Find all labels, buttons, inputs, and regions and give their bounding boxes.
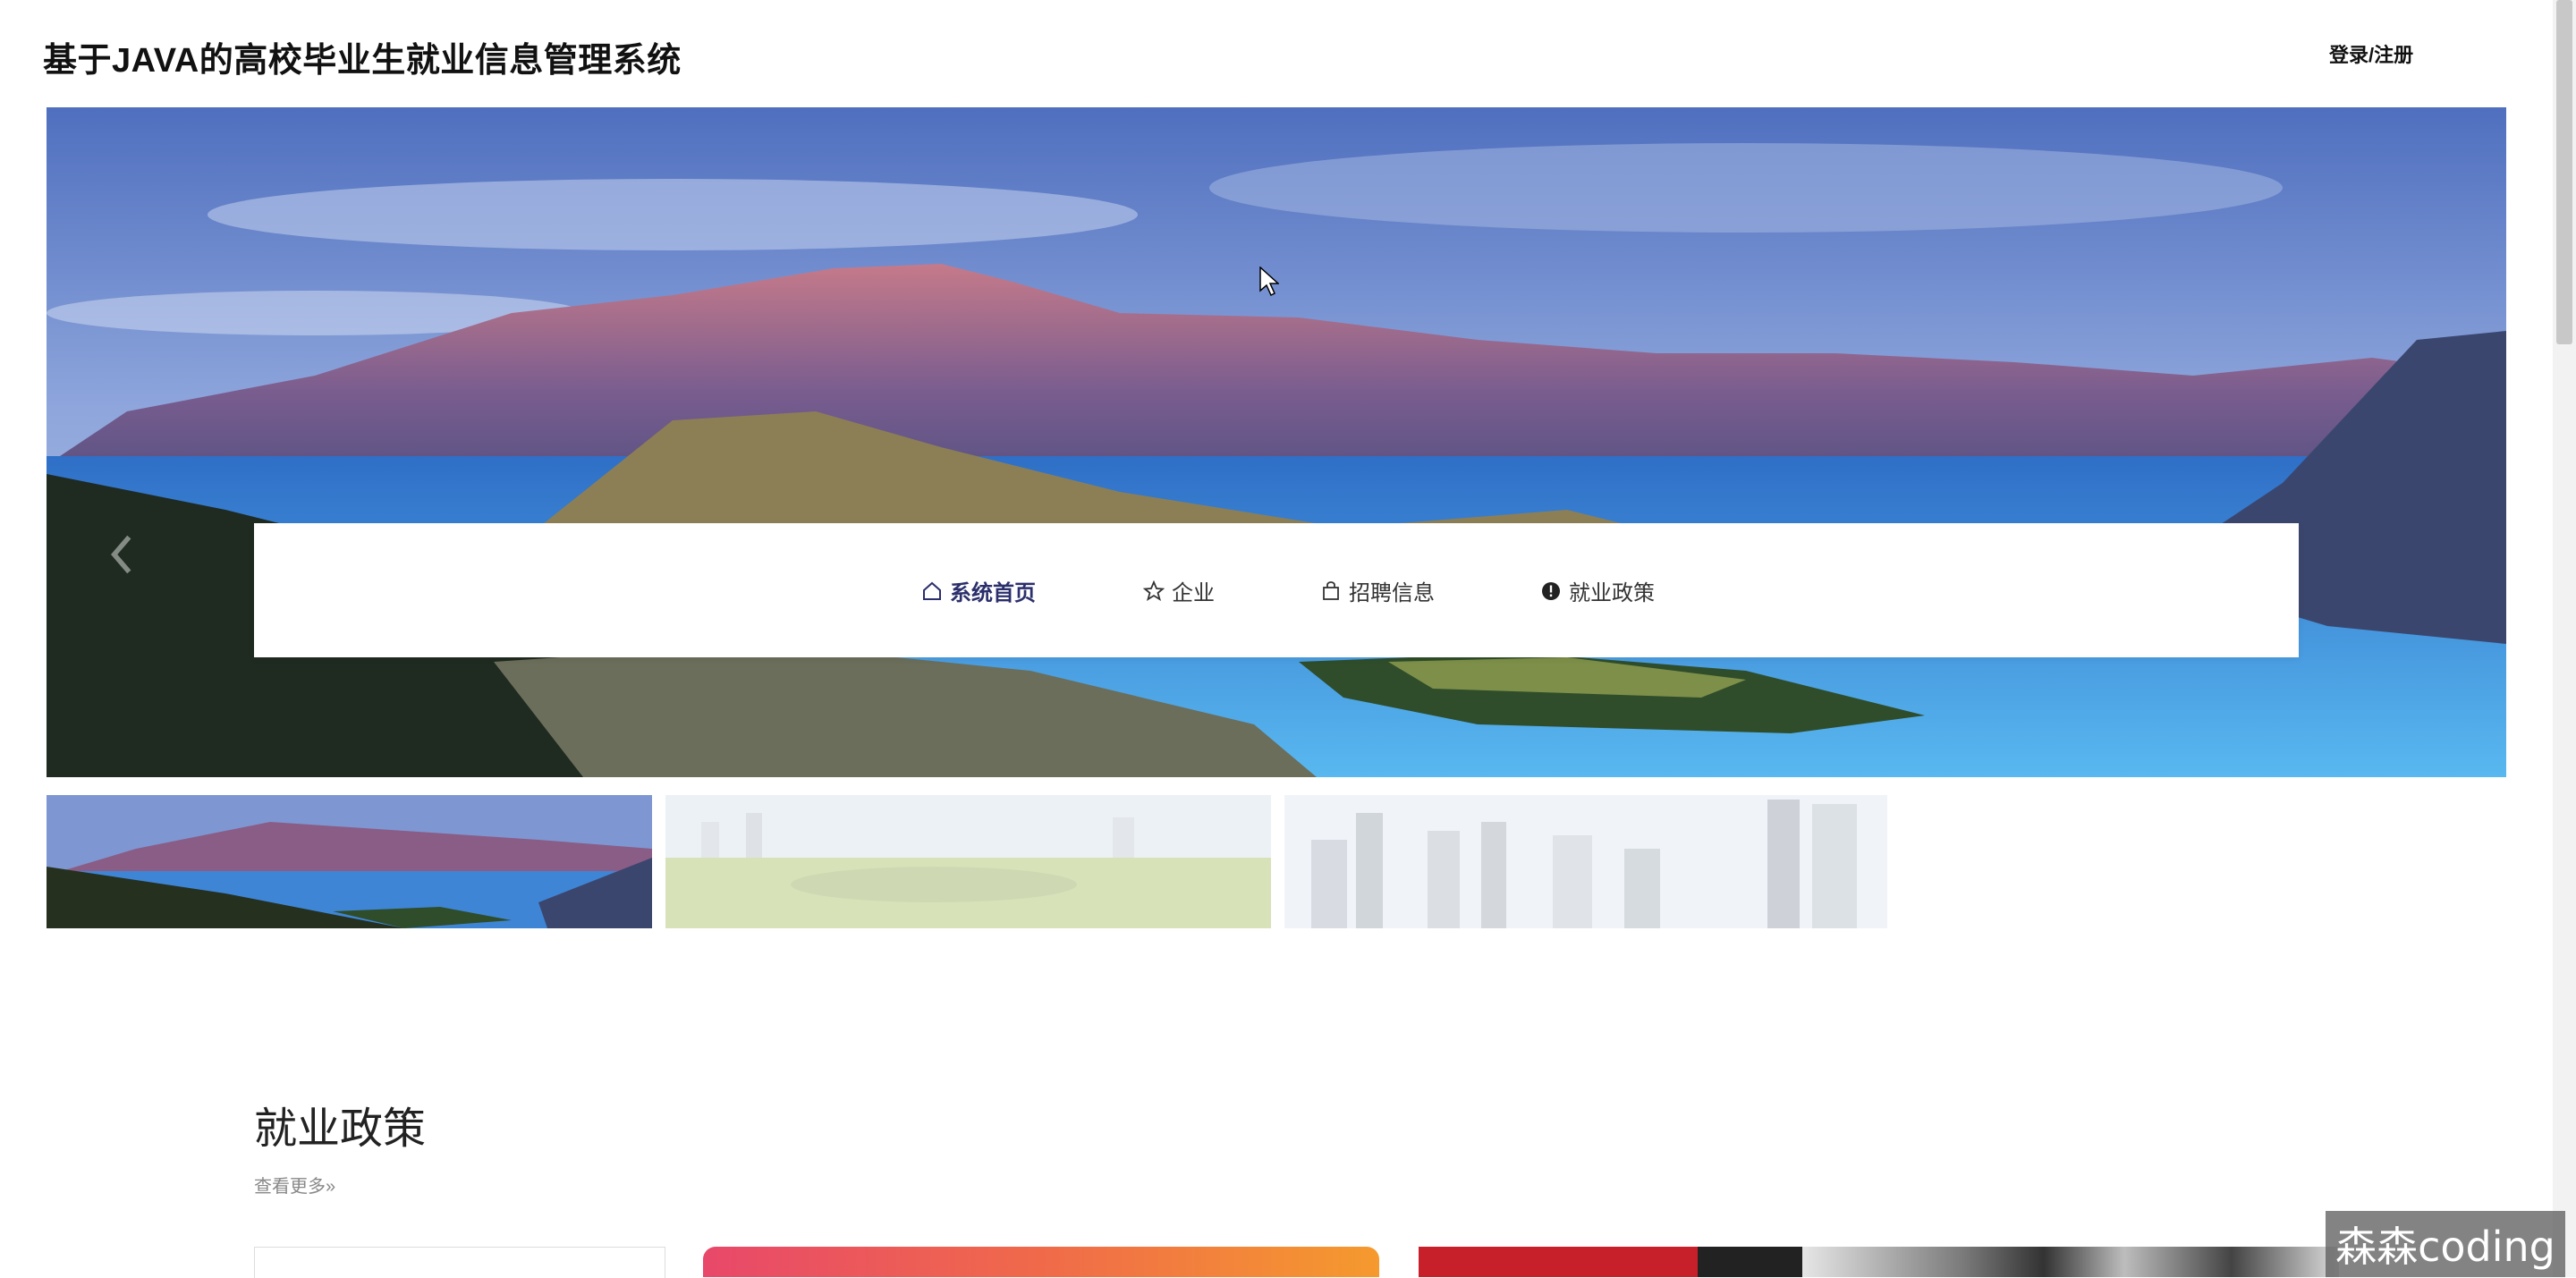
carousel-prev-button[interactable] xyxy=(104,532,140,577)
exclamation-circle-icon xyxy=(1542,581,1560,600)
policy-section-title: 就业政策 xyxy=(254,1105,427,1153)
mouse-cursor-icon xyxy=(1259,267,1279,297)
thumbnail-lake-mountains xyxy=(47,795,652,928)
nav-item-label: 招聘信息 xyxy=(1349,581,1435,605)
carousel-thumbnail[interactable] xyxy=(665,795,1271,928)
login-register-link[interactable]: 登录/注册 xyxy=(2329,39,2413,68)
thumbnail-city-skyline xyxy=(1284,795,1887,928)
carousel-thumbnail[interactable] xyxy=(1284,795,1887,928)
nav-item-label: 系统首页 xyxy=(950,581,1036,605)
hero-carousel[interactable] xyxy=(47,107,2506,777)
nav-item-jobs[interactable]: 招聘信息 xyxy=(1320,575,1435,606)
watermark: 森森coding xyxy=(2326,1211,2565,1277)
nav-item-home[interactable]: 系统首页 xyxy=(921,575,1036,606)
main-nav: 系统首页 企业 招聘信息 就业政策 xyxy=(254,523,2299,657)
scrollbar[interactable] xyxy=(2553,0,2576,1277)
view-more-link[interactable]: 查看更多» xyxy=(254,1172,335,1198)
nav-item-company[interactable]: 企业 xyxy=(1143,575,1215,606)
nav-item-label: 就业政策 xyxy=(1569,581,1655,605)
thumbnail-city-park xyxy=(665,795,1271,928)
bag-icon xyxy=(1323,580,1339,600)
policy-card[interactable] xyxy=(1802,1247,2339,1277)
star-icon xyxy=(1143,580,1165,601)
hero-image-lake-mountains xyxy=(47,107,2506,777)
site-title: 基于JAVA的高校毕业生就业信息管理系统 xyxy=(43,42,682,80)
home-icon xyxy=(923,581,941,600)
nav-item-label: 企业 xyxy=(1172,581,1215,605)
nav-item-policy[interactable]: 就业政策 xyxy=(1540,575,1655,606)
policy-card[interactable] xyxy=(254,1247,665,1278)
chevron-left-icon xyxy=(111,535,131,574)
carousel-thumbnail[interactable] xyxy=(47,795,652,928)
chevron-right-icon xyxy=(2504,532,2506,577)
carousel-next-button[interactable] xyxy=(2504,532,2506,577)
scrollbar-thumb[interactable] xyxy=(2556,0,2572,344)
policy-card[interactable] xyxy=(703,1247,1379,1277)
